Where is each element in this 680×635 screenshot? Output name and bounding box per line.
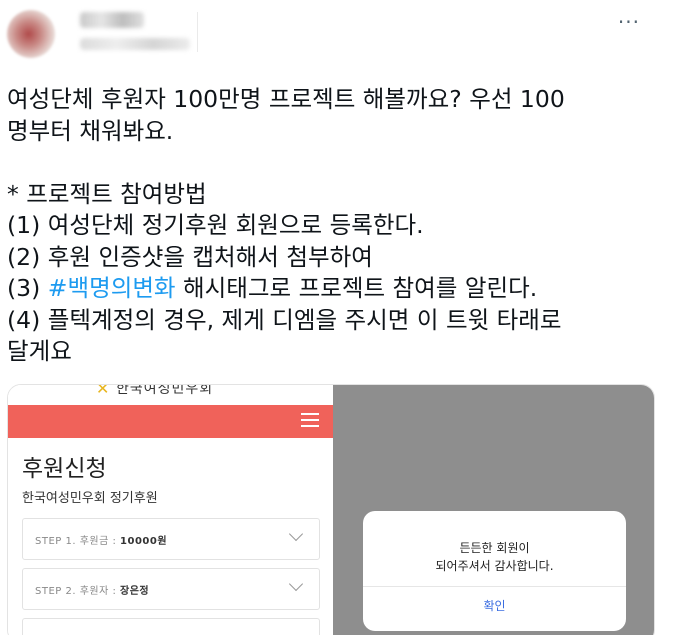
step-label: STEP 2. 후원자 : 장은정: [35, 586, 150, 597]
logo-strip: ✕ 한국여성민우회: [8, 385, 333, 405]
dialog-confirm-button: 확인: [483, 599, 506, 613]
dialog-message-line2: 되어주셔서 감사합니다.: [435, 559, 554, 573]
step-3-box: [22, 618, 320, 635]
tweet-line: 여성단체 후원자 100만명 프로젝트 해볼까요? 우선 100: [7, 85, 565, 113]
tweet-line: (1) 여성단체 정기후원 회원으로 등록한다.: [7, 211, 424, 239]
tweet-line: (3) #백명의변화 해시태그로 프로젝트 참여를 알린다.: [7, 273, 667, 305]
logo-icon: ✕: [96, 384, 110, 398]
step-2-box: STEP 2. 후원자 : 장은정: [22, 568, 320, 610]
form-subtitle: 한국여성민우회 정기후원: [22, 491, 158, 506]
divider: [197, 12, 198, 52]
hamburger-menu-icon: [301, 413, 319, 427]
tweet-line-suffix: 해시태그로 프로젝트 참여를 알린다.: [175, 274, 538, 302]
tweet-line: * 프로젝트 참여방법: [7, 179, 207, 208]
more-options-button[interactable]: ···: [618, 10, 640, 34]
tweet-media-image[interactable]: ✕ 한국여성민우회 후원신청 한국여성민우회 정기후원 STEP 1. 후원금 …: [7, 384, 655, 635]
tweet-line: (4) 플텍계정의 경우, 제게 디엠을 주시면 이 트윗 타래로: [7, 305, 562, 334]
confirmation-dialog: 든든한 회원이 되어주셔서 감사합니다. 확인: [363, 511, 626, 631]
tweet-line-prefix: (3): [7, 274, 48, 302]
dialog-divider: [363, 586, 626, 587]
avatar[interactable]: [7, 10, 55, 58]
handle-blurred: [80, 38, 190, 50]
step-label: STEP 1. 후원금 : 10000원: [35, 536, 168, 547]
chevron-down-icon: [288, 576, 304, 592]
site-header-bar: [8, 405, 333, 438]
tweet-line: 달게요: [7, 337, 72, 365]
dialog-message-line1: 든든한 회원이: [459, 541, 530, 555]
tweet-text: 여성단체 후원자 100만명 프로젝트 해볼까요? 우선 100 명부터 채워봐…: [7, 84, 667, 368]
form-title: 후원신청: [22, 456, 107, 482]
logo-text: 한국여성민우회: [116, 384, 214, 397]
donation-form-screenshot: ✕ 한국여성민우회 후원신청 한국여성민우회 정기후원 STEP 1. 후원금 …: [8, 385, 333, 635]
step-1-box: STEP 1. 후원금 : 10000원: [22, 518, 320, 560]
confirmation-overlay: 든든한 회원이 되어주셔서 감사합니다. 확인: [333, 385, 654, 635]
tweet-line: (2) 후원 인증샷을 캡처해서 첨부하여: [7, 242, 373, 271]
tweet-header: ···: [0, 0, 680, 60]
chevron-down-icon: [288, 526, 304, 542]
hashtag-link[interactable]: #백명의변화: [48, 274, 176, 302]
display-name-blurred[interactable]: [80, 12, 144, 28]
tweet-line: 명부터 채워봐요.: [7, 116, 174, 145]
